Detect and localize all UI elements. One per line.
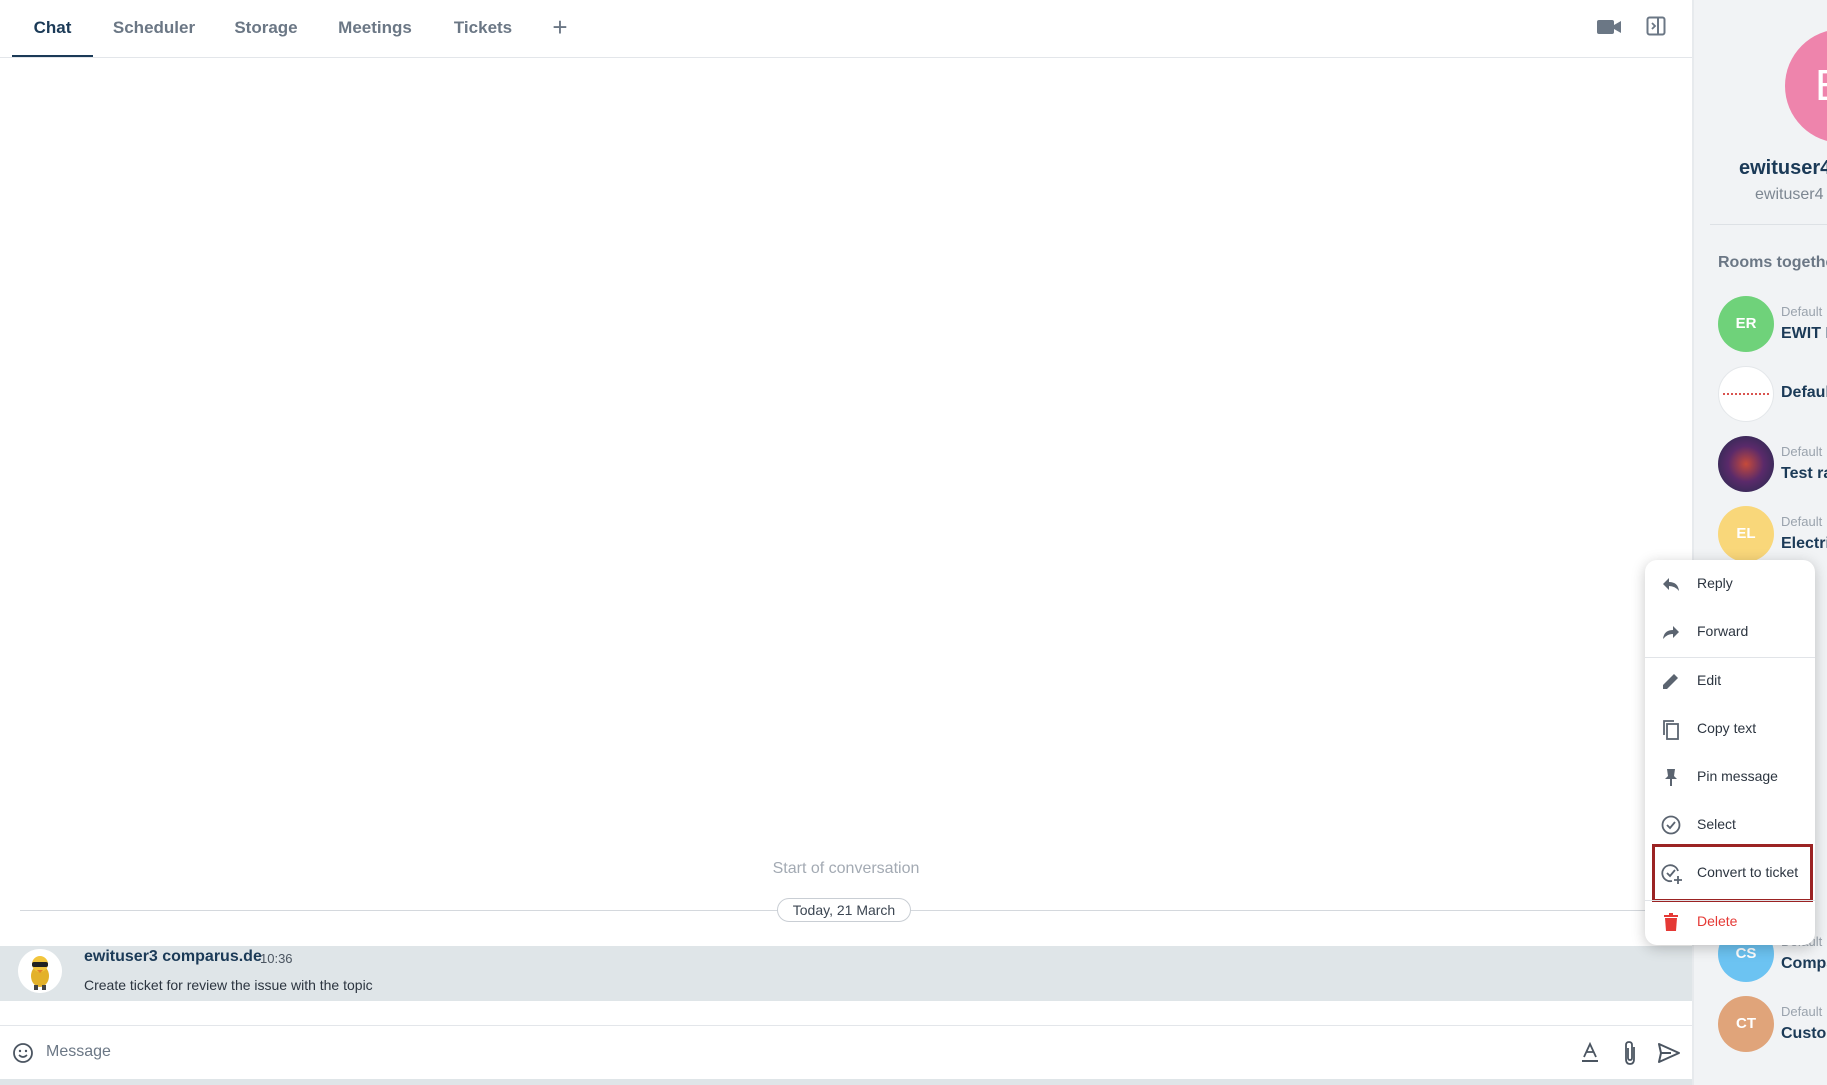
trash-icon <box>1661 912 1681 932</box>
menu-item-forward[interactable]: Forward <box>1645 609 1815 655</box>
menu-item-label: Pin message <box>1697 768 1778 784</box>
menu-item-delete[interactable]: Delete <box>1645 899 1815 945</box>
room-category: Default <box>1781 304 1823 319</box>
room-avatar[interactable] <box>1718 366 1774 422</box>
menu-item-label: Reply <box>1697 575 1733 591</box>
room-name[interactable]: Default <box>1781 384 1827 402</box>
pin-icon <box>1661 767 1681 787</box>
menu-item-edit[interactable]: Edit <box>1645 658 1815 704</box>
room-avatar[interactable]: EL <box>1718 506 1774 562</box>
room-avatar[interactable]: CT <box>1718 996 1774 1052</box>
message-author[interactable]: ewituser3 comparus.de <box>84 948 262 966</box>
forward-icon <box>1661 622 1681 642</box>
tab-chat[interactable]: Chat <box>12 0 93 57</box>
menu-item-label: Edit <box>1697 672 1722 688</box>
menu-item-copy-text[interactable]: Copy text <box>1645 706 1815 752</box>
reply-icon <box>1661 574 1681 594</box>
profile-name: ewituser4 <box>1739 157 1827 179</box>
tab-storage[interactable]: Storage <box>225 0 307 57</box>
room-name[interactable]: Custon <box>1781 1025 1827 1043</box>
profile-divider <box>1710 224 1827 225</box>
message-text: Create ticket for review the issue with … <box>84 977 373 993</box>
highlight-frame <box>1652 844 1813 902</box>
room-name[interactable]: Compa <box>1781 955 1827 973</box>
room-name[interactable]: Test ra <box>1781 465 1827 483</box>
menu-item-label: Copy text <box>1697 720 1757 736</box>
bottom-strip <box>0 1079 1827 1085</box>
room-avatar[interactable]: ER <box>1718 296 1774 352</box>
tab-bar: Chat Scheduler Storage Meetings Tickets … <box>0 0 1692 58</box>
rooms-together-title: Rooms together <box>1718 254 1827 271</box>
attach-icon[interactable] <box>1620 1040 1640 1071</box>
start-of-conversation-label: Start of conversation <box>772 860 920 877</box>
add-tab-button[interactable]: + <box>546 14 574 42</box>
avatar[interactable] <box>18 949 62 993</box>
check-circle-icon <box>1661 815 1681 835</box>
emoji-icon[interactable] <box>12 1042 34 1069</box>
profile-username: ewituser4 <box>1755 186 1824 203</box>
room-name[interactable]: Electri <box>1781 535 1827 553</box>
menu-item-reply[interactable]: Reply <box>1645 561 1815 607</box>
pencil-icon <box>1661 671 1681 691</box>
room-avatar[interactable] <box>1718 436 1774 492</box>
message-input[interactable] <box>44 1036 1548 1068</box>
copy-icon <box>1661 719 1681 740</box>
room-category: Default <box>1781 514 1823 529</box>
menu-item-label: Forward <box>1697 623 1749 639</box>
menu-item-pin-message[interactable]: Pin message <box>1645 754 1815 800</box>
tab-meetings[interactable]: Meetings <box>332 0 418 57</box>
room-category: Default <box>1781 1004 1823 1019</box>
video-camera-icon[interactable] <box>1596 16 1622 43</box>
menu-item-label: Select <box>1697 816 1736 832</box>
send-icon[interactable] <box>1657 1042 1681 1069</box>
tab-tickets[interactable]: Tickets <box>446 0 520 57</box>
room-category: Default <box>1781 444 1823 459</box>
menu-item-select[interactable]: Select <box>1645 802 1815 848</box>
menu-item-label: Delete <box>1697 913 1738 929</box>
date-badge: Today, 21 March <box>777 898 911 922</box>
chat-main-area: Chat Scheduler Storage Meetings Tickets … <box>0 0 1692 1085</box>
room-name[interactable]: EWIT R <box>1781 325 1827 343</box>
text-format-icon[interactable] <box>1580 1041 1600 1069</box>
tab-scheduler[interactable]: Scheduler <box>105 0 203 57</box>
toggle-side-panel-icon[interactable] <box>1646 16 1666 41</box>
message-timestamp: 10:36 <box>260 951 293 966</box>
